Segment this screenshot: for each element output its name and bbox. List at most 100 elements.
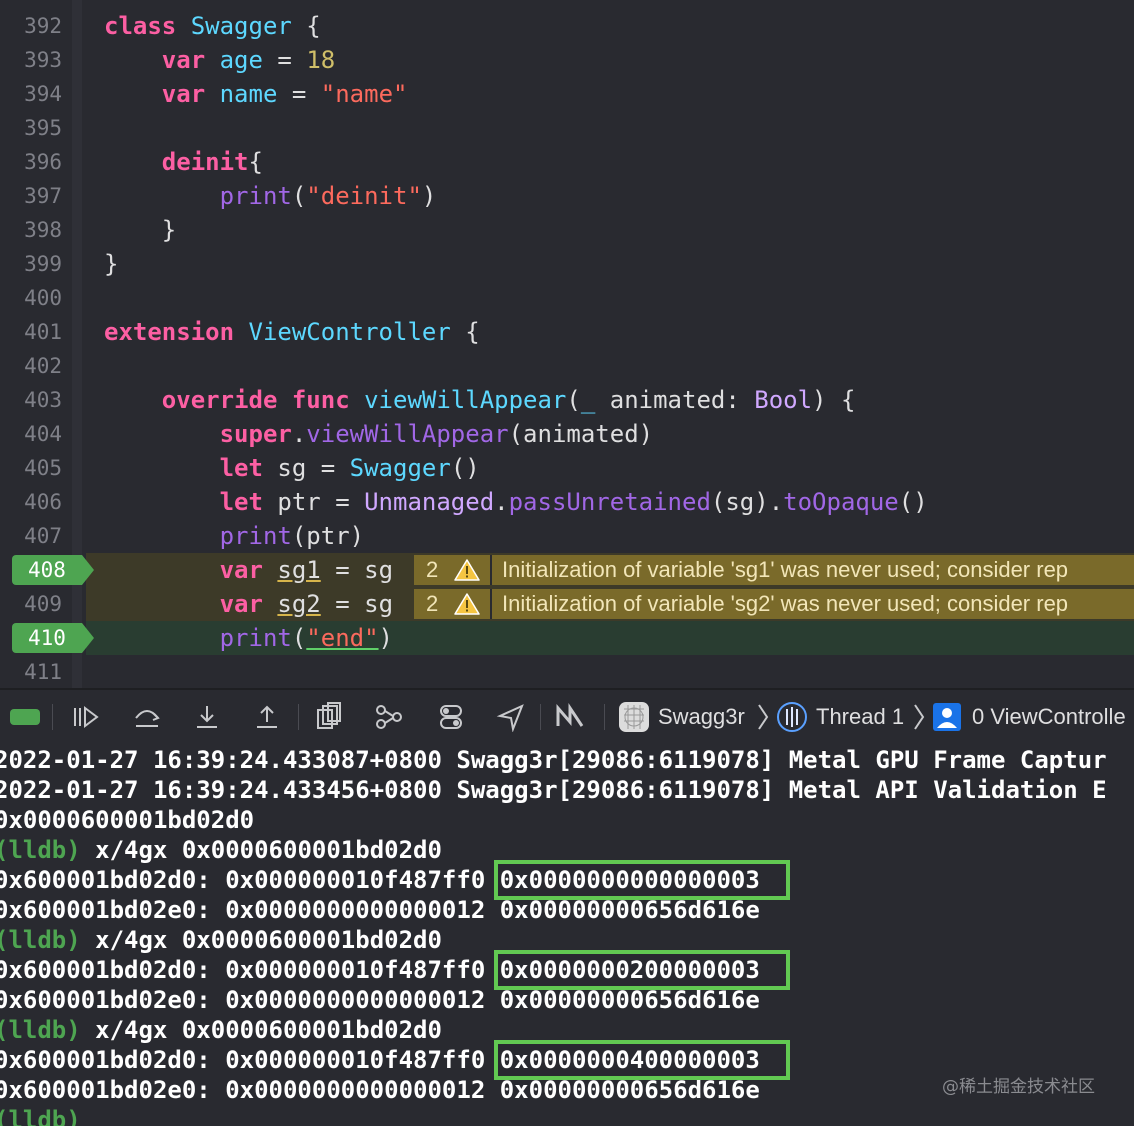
line-number[interactable]: 397	[0, 179, 62, 213]
source-editor[interactable]: 392 class Swagger {393 var age = 18 394 va…	[0, 0, 1134, 688]
code-line[interactable]: 406 let ptr = Unmanaged.passUnretained(s…	[0, 485, 1134, 519]
code-text: extension ViewController {	[104, 315, 480, 349]
continue-icon[interactable]	[70, 702, 100, 732]
code-token: animated:	[595, 386, 755, 414]
line-number[interactable]: 393	[0, 43, 62, 77]
warning-count: 2	[426, 557, 439, 582]
code-token: = sg	[320, 590, 394, 618]
console-text: 0x600001bd02e0: 0x0000000000000012 0x000…	[0, 896, 760, 924]
code-line[interactable]: 402	[0, 349, 1134, 383]
code-token: =	[277, 80, 321, 108]
code-token: let	[219, 488, 263, 516]
warning-divider	[490, 555, 492, 585]
debug-console[interactable]: 2022-01-27 16:39:24.433087+0800 Swagg3r[…	[0, 743, 1134, 1126]
code-line[interactable]: 394 var name = "name"	[0, 77, 1134, 111]
code-line[interactable]: 392 class Swagger {	[0, 9, 1134, 43]
inline-warning[interactable]: 2 Initialization of variable 'sg1' was ne…	[414, 555, 1134, 585]
line-number[interactable]: 409	[0, 587, 62, 621]
breadcrumb-thread[interactable]: Thread 1	[816, 690, 904, 744]
metal-frame-capture-icon[interactable]	[555, 702, 585, 732]
line-number[interactable]: 394	[0, 77, 62, 111]
code-text: var sg1 = sg	[104, 553, 393, 587]
environment-overrides-icon[interactable]	[436, 702, 466, 732]
user-frame-icon	[933, 703, 961, 731]
breakpoint-marker[interactable]: 408	[12, 555, 94, 585]
code-line[interactable]: 395	[0, 111, 1134, 145]
line-number[interactable]: 398	[0, 213, 62, 247]
memory-graph-icon[interactable]	[374, 702, 404, 732]
code-token: (sg).	[710, 488, 784, 516]
inline-warning[interactable]: 2 Initialization of variable 'sg2' was ne…	[414, 589, 1134, 619]
breadcrumb-frame[interactable]: 0 ViewControlle	[972, 690, 1126, 744]
line-number[interactable]: 399	[0, 247, 62, 281]
thread-icon	[777, 702, 807, 732]
simulate-location-icon[interactable]	[496, 702, 526, 732]
code-token: class	[104, 12, 177, 40]
breakpoint-marker[interactable]: 410	[12, 623, 94, 653]
code-token: func	[291, 386, 350, 414]
code-token: var	[161, 80, 206, 108]
console-text: x/4gx 0x0000600001bd02d0	[80, 836, 442, 864]
code-line[interactable]: 407 print(ptr)	[0, 519, 1134, 553]
code-line[interactable]: 410 print("end")	[0, 621, 1134, 655]
code-line[interactable]: 401 extension ViewController {	[0, 315, 1134, 349]
code-token: "end"	[306, 624, 379, 652]
code-token: .	[494, 488, 509, 516]
code-line[interactable]: 408 var sg1 = sg 2 Initialization of varia…	[0, 553, 1134, 587]
code-line[interactable]: 398 }	[0, 213, 1134, 247]
console-line: 2022-01-27 16:39:24.433087+0800 Swagg3r[…	[0, 745, 1107, 775]
line-number[interactable]: 405	[0, 451, 62, 485]
code-token: ViewController	[248, 318, 451, 346]
line-number[interactable]: 401	[0, 315, 62, 349]
code-text: }	[104, 213, 176, 247]
code-line[interactable]: 405 let sg = Swagger()	[0, 451, 1134, 485]
line-number[interactable]: 396	[0, 145, 62, 179]
code-line[interactable]: 397 print("deinit")	[0, 179, 1134, 213]
line-number[interactable]: 400	[0, 281, 62, 315]
code-line[interactable]: 399}	[0, 247, 1134, 281]
code-token: var	[219, 590, 263, 618]
code-line[interactable]: 393 var age = 18	[0, 43, 1134, 77]
line-number[interactable]: 403	[0, 383, 62, 417]
line-number[interactable]: 407	[0, 519, 62, 553]
view-hierarchy-icon[interactable]	[314, 702, 344, 732]
code-line[interactable]: 400	[0, 281, 1134, 315]
breadcrumb-app[interactable]: Swagg3r	[658, 690, 745, 744]
code-line[interactable]: 403 override func viewWillAppear(_ anima…	[0, 383, 1134, 417]
code-text: print("end")	[104, 621, 393, 655]
line-number[interactable]: 404	[0, 417, 62, 451]
line-number[interactable]: 406	[0, 485, 62, 519]
code-token: override	[161, 386, 278, 414]
step-over-icon[interactable]	[132, 702, 162, 732]
code-line[interactable]: 411	[0, 655, 1134, 688]
code-line[interactable]: 409 var sg2 = sg 2 Initialization of varia…	[0, 587, 1134, 621]
line-number[interactable]: 395	[0, 111, 62, 145]
toggle-console-icon[interactable]	[8, 704, 42, 730]
line-number[interactable]: 411	[0, 655, 62, 688]
code-line[interactable]: 404 super.viewWillAppear(animated)	[0, 417, 1134, 451]
toolbar-divider	[52, 704, 53, 730]
code-token: age	[219, 46, 263, 74]
warning-message: Initialization of variable 'sg2' was nev…	[502, 591, 1069, 616]
code-token: viewWillAppear	[306, 420, 509, 448]
step-into-icon[interactable]	[192, 702, 222, 732]
code-text: let sg = Swagger()	[104, 451, 480, 485]
line-number[interactable]: 392	[0, 9, 62, 43]
code-token: {	[450, 318, 480, 346]
code-token: {	[248, 148, 263, 176]
code-line[interactable]: 396 deinit{	[0, 145, 1134, 179]
console-text: 2022-01-27 16:39:24.433456+0800 Swagg3r[…	[0, 776, 1107, 804]
step-out-icon[interactable]	[252, 702, 282, 732]
code-token: print	[219, 522, 292, 550]
line-number[interactable]: 402	[0, 349, 62, 383]
console-text: 2022-01-27 16:39:24.433087+0800 Swagg3r[…	[0, 746, 1107, 774]
